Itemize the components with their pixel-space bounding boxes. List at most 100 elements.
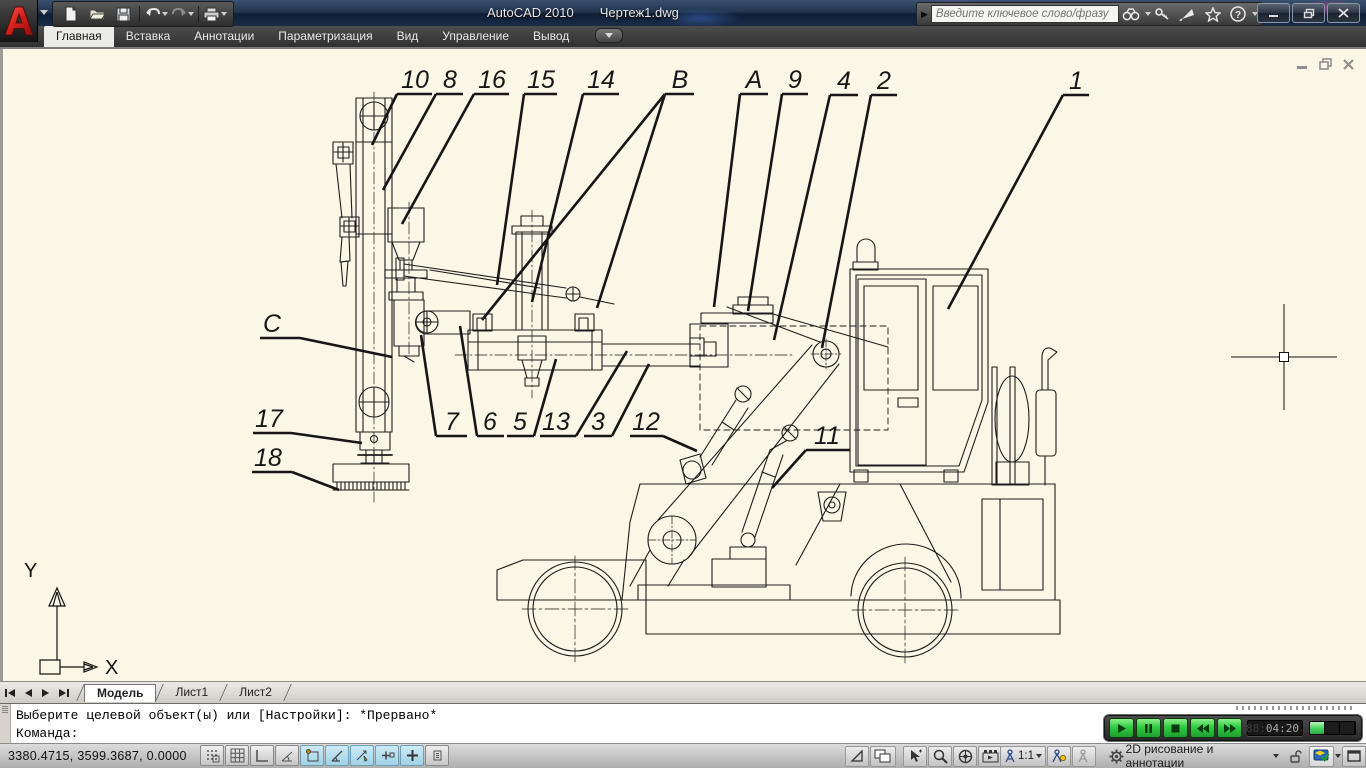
tab-divider [283, 684, 292, 701]
ortho-mode-toggle[interactable] [250, 745, 274, 766]
polar-tracking-toggle[interactable] [275, 745, 299, 766]
layout-space-button[interactable] [870, 745, 896, 767]
annotation-scale-button[interactable]: 1:1 [1000, 745, 1046, 767]
drawing-canvas[interactable]: 10 8 16 15 14 В А 9 4 2 1 С 17 18 7 6 5 13 3 12 11 Y X [0, 47, 1366, 681]
previous-tab-button[interactable] [20, 685, 36, 701]
toolbar-lock-button[interactable] [1284, 746, 1308, 767]
star-favorites-icon[interactable] [1201, 5, 1226, 23]
space-buttons [845, 745, 896, 767]
doc-minimize-icon[interactable] [1295, 58, 1310, 70]
ribbon-tab-Параметризация[interactable]: Параметризация [266, 26, 384, 47]
restore-button[interactable] [1292, 3, 1325, 23]
callout-leader [946, 94, 1065, 310]
annotation-tools: 1:1 [1000, 745, 1096, 767]
print-button[interactable] [203, 4, 227, 24]
callout-label: 16 [478, 66, 506, 94]
clean-screen-button[interactable] [1342, 745, 1366, 767]
minimize-button[interactable] [1257, 3, 1290, 23]
status-bar: 3380.4715, 3599.3687, 0.0000 1:1 2D рисо… [0, 742, 1366, 768]
quick-view-tools [903, 745, 1003, 767]
play-button[interactable] [1109, 718, 1134, 738]
ribbon-tab-Аннотации[interactable]: Аннотации [182, 26, 266, 47]
ribbon-tab-Главная[interactable]: Главная [44, 26, 114, 47]
callout-label: 5 [513, 408, 527, 436]
callout-label: 10 [401, 66, 429, 94]
quick-properties-toggle[interactable] [425, 745, 449, 766]
quick-access-toolbar [52, 1, 234, 27]
auto-annotation-button[interactable] [1072, 745, 1096, 767]
search-expander-icon[interactable]: ▶ [921, 9, 928, 20]
callout-leader [290, 431, 363, 445]
trusted-dwg-button[interactable] [1308, 745, 1334, 767]
workspace-caret[interactable] [1272, 754, 1279, 758]
model-space-button[interactable] [845, 745, 869, 767]
quick-view-drawings-button[interactable] [903, 745, 927, 767]
ribbon-tab-Вид[interactable]: Вид [385, 26, 431, 47]
command-window-grip[interactable] [0, 704, 11, 744]
callout-leader [712, 93, 742, 308]
annotation-visibility-button[interactable] [1047, 745, 1071, 767]
object-snap-toggle[interactable] [300, 745, 324, 766]
zoom-button[interactable] [928, 745, 952, 767]
callout-leader [595, 93, 667, 309]
grid-display-toggle[interactable] [225, 745, 249, 766]
print-dropdown-caret[interactable] [221, 12, 227, 16]
open-folder-button[interactable] [85, 4, 109, 24]
redo-button[interactable] [170, 4, 194, 24]
binoculars-search-icon[interactable] [1119, 5, 1144, 23]
close-button[interactable] [1327, 3, 1360, 23]
callout-label: 3 [591, 408, 605, 436]
tab-layout1[interactable]: Лист1 [163, 684, 220, 701]
recorder-progress-bar[interactable] [1309, 721, 1356, 735]
base-plate-teeth [332, 481, 410, 491]
callout-label: 17 [255, 405, 284, 433]
status-overflow-caret[interactable] [1335, 754, 1341, 758]
next-tab-button[interactable] [38, 685, 54, 701]
callout-label: 15 [527, 66, 555, 94]
save-button[interactable] [111, 4, 135, 24]
dynamic-ucs-toggle[interactable] [350, 745, 374, 766]
satellite-communication-icon[interactable] [1176, 5, 1201, 23]
application-menu-caret[interactable] [40, 10, 48, 15]
help-circle-icon[interactable]: ? [1226, 5, 1251, 23]
last-tab-button[interactable] [56, 685, 72, 701]
beacon-light [856, 238, 876, 263]
autocad-logo-icon [4, 6, 34, 36]
fast-forward-button[interactable] [1217, 718, 1242, 738]
pause-button[interactable] [1136, 718, 1161, 738]
callout-leader [772, 94, 832, 341]
info-center: ▶ ? [916, 2, 1263, 26]
callout-leader [299, 336, 393, 359]
ribbon-tab-Вывод[interactable]: Вывод [521, 26, 581, 47]
tab-layout2[interactable]: Лист2 [227, 684, 284, 701]
callout-label: 4 [837, 67, 851, 95]
command-prompt[interactable]: Команда: [16, 726, 78, 741]
object-snap-tracking-toggle[interactable] [325, 745, 349, 766]
tab-model[interactable]: Модель [84, 683, 157, 702]
doc-close-icon[interactable] [1341, 58, 1356, 70]
new-file-button[interactable] [59, 4, 83, 24]
key-icon[interactable] [1151, 5, 1176, 23]
doc-restore-icon[interactable] [1318, 58, 1333, 70]
undo-dropdown-caret[interactable] [161, 12, 168, 16]
first-tab-button[interactable] [2, 685, 18, 701]
recorder-time-display: 88: 04:20 [1246, 720, 1303, 736]
search-input[interactable] [930, 5, 1119, 23]
redo-dropdown-caret[interactable] [187, 12, 194, 16]
annotation-scale-caret[interactable] [1036, 754, 1042, 758]
lineweight-toggle[interactable] [400, 745, 424, 766]
dynamic-input-toggle[interactable] [375, 745, 399, 766]
hydraulic-cylinder-12 [679, 385, 752, 485]
callout-leader [771, 449, 807, 489]
snap-mode-toggle[interactable] [200, 745, 224, 766]
steering-wheel-button[interactable] [953, 745, 977, 767]
ribbon-tab-Вставка[interactable]: Вставка [114, 26, 183, 47]
stop-button[interactable] [1163, 718, 1188, 738]
workspace-switch-button[interactable]: 2D рисование и аннотации [1105, 742, 1283, 768]
rewind-button[interactable] [1190, 718, 1215, 738]
ribbon-tab-Управление[interactable]: Управление [430, 26, 521, 47]
application-menu-button[interactable] [0, 0, 38, 42]
undo-button[interactable] [144, 4, 168, 24]
ribbon-collapse-button[interactable] [595, 28, 624, 43]
workspace-group: 2D рисование и аннотации [1105, 742, 1366, 768]
